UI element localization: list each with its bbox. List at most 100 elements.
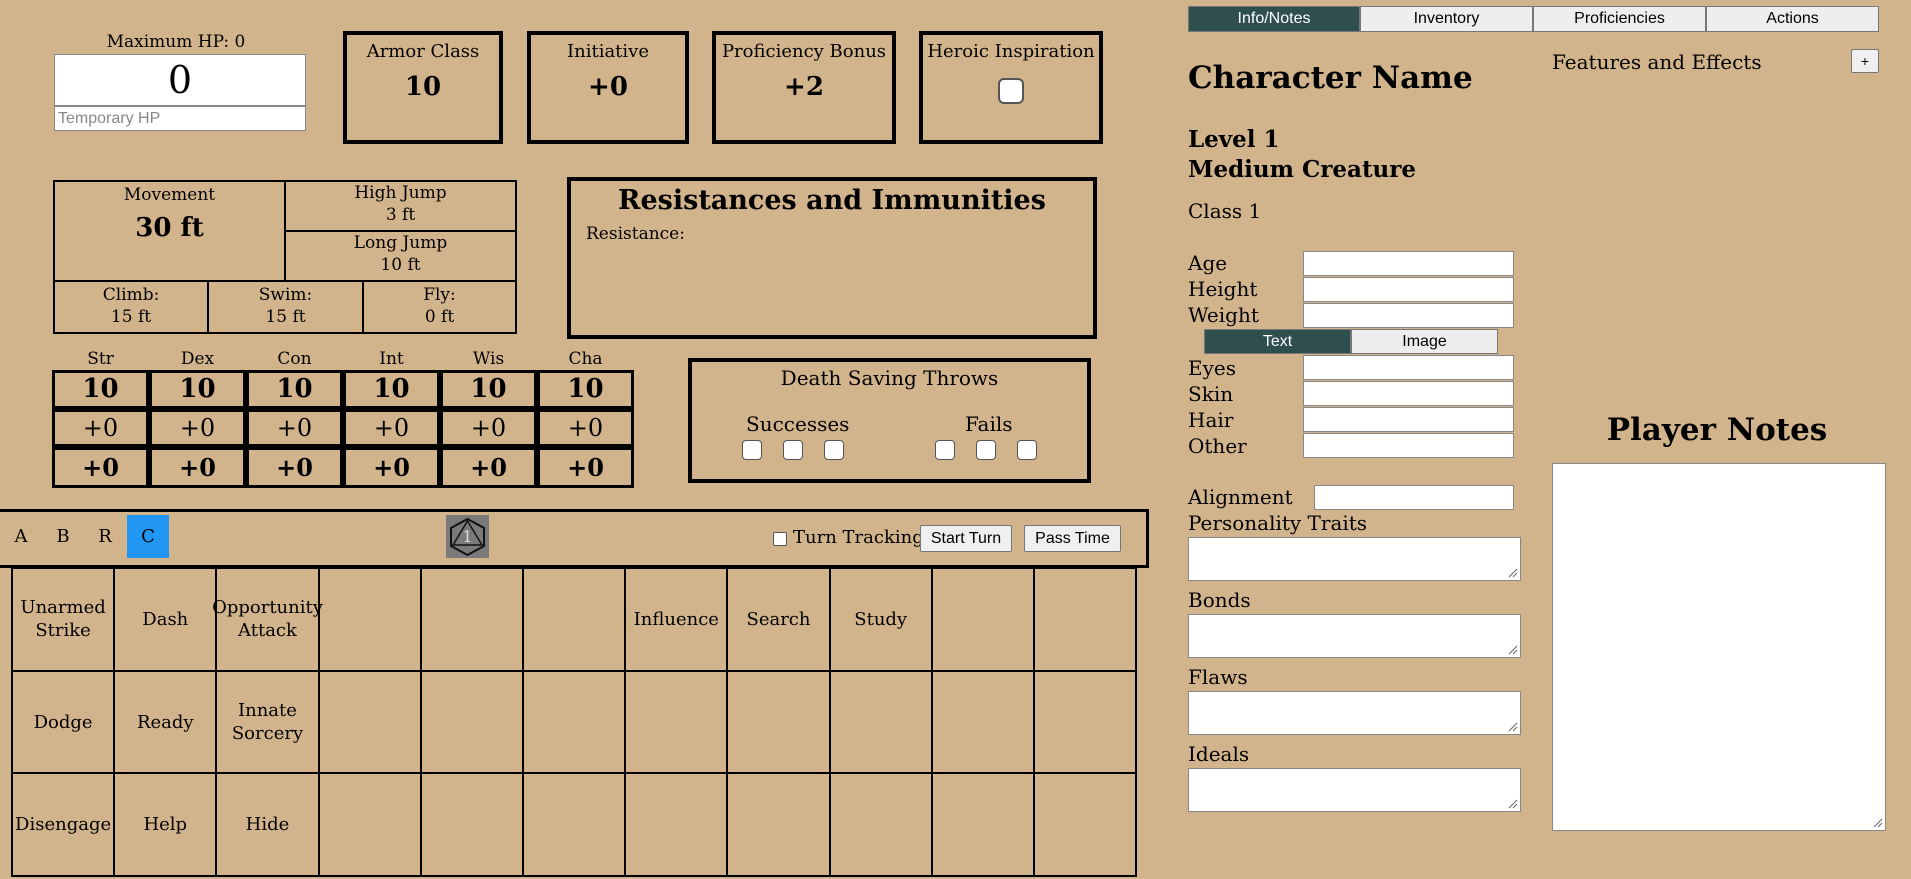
action-empty-1-3[interactable]	[317, 669, 422, 775]
eyes-field[interactable]	[1303, 355, 1514, 380]
toolbar-tab-b[interactable]: B	[42, 515, 84, 558]
initiative-box: Initiative +0	[527, 31, 689, 144]
bonds-textarea[interactable]	[1188, 614, 1521, 658]
action-hide[interactable]: Hide	[215, 772, 320, 878]
tab-proficiencies[interactable]: Proficiencies	[1533, 6, 1706, 32]
success-checkbox-3[interactable]	[824, 440, 844, 460]
character-size: Medium Creature	[1188, 156, 1417, 183]
action-empty-0-9[interactable]	[930, 567, 1035, 672]
action-disengage[interactable]: Disengage	[11, 772, 116, 878]
hair-label: Hair	[1188, 408, 1234, 432]
ability-save-cha: +0	[537, 447, 634, 488]
action-empty-2-7[interactable]	[726, 772, 831, 878]
death-saves-box: Death Saving Throws Successes Fails	[688, 358, 1091, 483]
action-empty-1-9[interactable]	[930, 669, 1035, 775]
turn-tracking-checkbox[interactable]	[773, 532, 787, 546]
action-empty-0-10[interactable]	[1033, 567, 1138, 672]
fails-label: Fails	[965, 412, 1013, 436]
start-turn-button[interactable]: Start Turn	[920, 525, 1012, 552]
action-empty-2-6[interactable]	[624, 772, 729, 878]
action-empty-1-5[interactable]	[522, 669, 627, 775]
fail-checkbox-1[interactable]	[935, 440, 955, 460]
action-empty-2-10[interactable]	[1033, 772, 1138, 878]
ideals-textarea[interactable]	[1188, 768, 1521, 812]
action-ready[interactable]: Ready	[113, 669, 218, 775]
ability-score-int[interactable]: 10	[343, 370, 440, 409]
toolbar-tab-r[interactable]: R	[84, 515, 126, 558]
action-empty-2-9[interactable]	[930, 772, 1035, 878]
other-label: Other	[1188, 434, 1247, 458]
action-help[interactable]: Help	[113, 772, 218, 878]
action-empty-0-5[interactable]	[522, 567, 627, 672]
action-influence[interactable]: Influence	[624, 567, 729, 672]
action-unarmed-strike[interactable]: Unarmed Strike	[11, 567, 116, 672]
action-empty-1-4[interactable]	[419, 669, 524, 775]
max-hp-label: Maximum HP: 0	[106, 32, 246, 52]
action-innate-sorcery[interactable]: Innate Sorcery	[215, 669, 320, 775]
ability-mod-str: +0	[52, 409, 149, 447]
resize-handle-icon[interactable]	[1508, 722, 1518, 732]
skin-field[interactable]	[1303, 381, 1514, 406]
tab-info-notes[interactable]: Info/Notes	[1188, 6, 1360, 32]
resize-handle-icon[interactable]	[1873, 818, 1883, 828]
add-feature-button[interactable]: +	[1851, 49, 1879, 73]
personality-textarea[interactable]	[1188, 537, 1521, 581]
ability-score-dex[interactable]: 10	[149, 370, 246, 409]
action-opportunity-attack[interactable]: Opportunity Attack	[212, 567, 323, 672]
age-field[interactable]	[1303, 251, 1514, 276]
resize-handle-icon[interactable]	[1508, 799, 1518, 809]
temp-hp-input[interactable]: Temporary HP	[54, 106, 306, 131]
fail-checkbox-3[interactable]	[1017, 440, 1037, 460]
action-empty-2-4[interactable]	[419, 772, 524, 878]
action-empty-1-8[interactable]	[828, 669, 933, 775]
success-checkbox-2[interactable]	[783, 440, 803, 460]
long-jump-value: 10 ft	[380, 255, 421, 275]
action-empty-2-5[interactable]	[522, 772, 627, 878]
inspiration-label: Heroic Inspiration	[927, 41, 1095, 62]
success-checkbox-1[interactable]	[742, 440, 762, 460]
action-empty-1-6[interactable]	[624, 669, 729, 775]
pass-time-button[interactable]: Pass Time	[1024, 525, 1121, 552]
ability-score-cha[interactable]: 10	[537, 370, 634, 409]
swim-value: 15 ft	[265, 307, 306, 327]
fail-checkbox-2[interactable]	[976, 440, 996, 460]
toolbar-tab-a[interactable]: A	[0, 515, 42, 558]
turn-tracking-label: Turn Tracking	[793, 527, 924, 548]
other-field[interactable]	[1303, 433, 1514, 458]
action-dodge[interactable]: Dodge	[11, 669, 116, 775]
weight-label: Weight	[1188, 303, 1259, 327]
tab-inventory[interactable]: Inventory	[1360, 6, 1533, 32]
inspiration-checkbox[interactable]	[998, 78, 1024, 104]
ability-score-wis[interactable]: 10	[440, 370, 537, 409]
hair-field[interactable]	[1303, 407, 1514, 432]
height-field[interactable]	[1303, 277, 1514, 302]
action-empty-0-3[interactable]	[317, 567, 422, 672]
tab-actions[interactable]: Actions	[1706, 6, 1879, 32]
ability-score-str[interactable]: 10	[52, 370, 149, 409]
action-empty-0-4[interactable]	[419, 567, 524, 672]
climb-label: Climb:	[102, 285, 160, 305]
d20-button[interactable]: 1	[446, 515, 489, 558]
action-dash[interactable]: Dash	[113, 567, 218, 672]
action-empty-1-7[interactable]	[726, 669, 831, 775]
text-tab[interactable]: Text	[1204, 329, 1351, 354]
action-study[interactable]: Study	[828, 567, 933, 672]
toolbar-tab-c[interactable]: C	[127, 515, 169, 558]
resize-handle-icon[interactable]	[1508, 645, 1518, 655]
ability-score-con[interactable]: 10	[246, 370, 343, 409]
action-empty-2-8[interactable]	[828, 772, 933, 878]
weight-field[interactable]	[1303, 303, 1514, 328]
alignment-field[interactable]	[1314, 485, 1514, 510]
action-empty-2-3[interactable]	[317, 772, 422, 878]
player-notes-textarea[interactable]	[1552, 463, 1886, 831]
ability-save-wis: +0	[440, 447, 537, 488]
image-tab[interactable]: Image	[1351, 329, 1498, 354]
movement-box: Movement 30 ft	[53, 180, 286, 282]
flaws-textarea[interactable]	[1188, 691, 1521, 735]
action-empty-1-10[interactable]	[1033, 669, 1138, 775]
current-hp-input[interactable]: 0	[54, 54, 306, 106]
resize-handle-icon[interactable]	[1508, 568, 1518, 578]
action-search[interactable]: Search	[726, 567, 831, 672]
character-name[interactable]: Character Name	[1188, 60, 1473, 96]
ability-table: Str Dex Con Int Wis Cha 10 +0 +0 10 +0 +0 10 +0 +0 10 +…	[52, 348, 634, 488]
